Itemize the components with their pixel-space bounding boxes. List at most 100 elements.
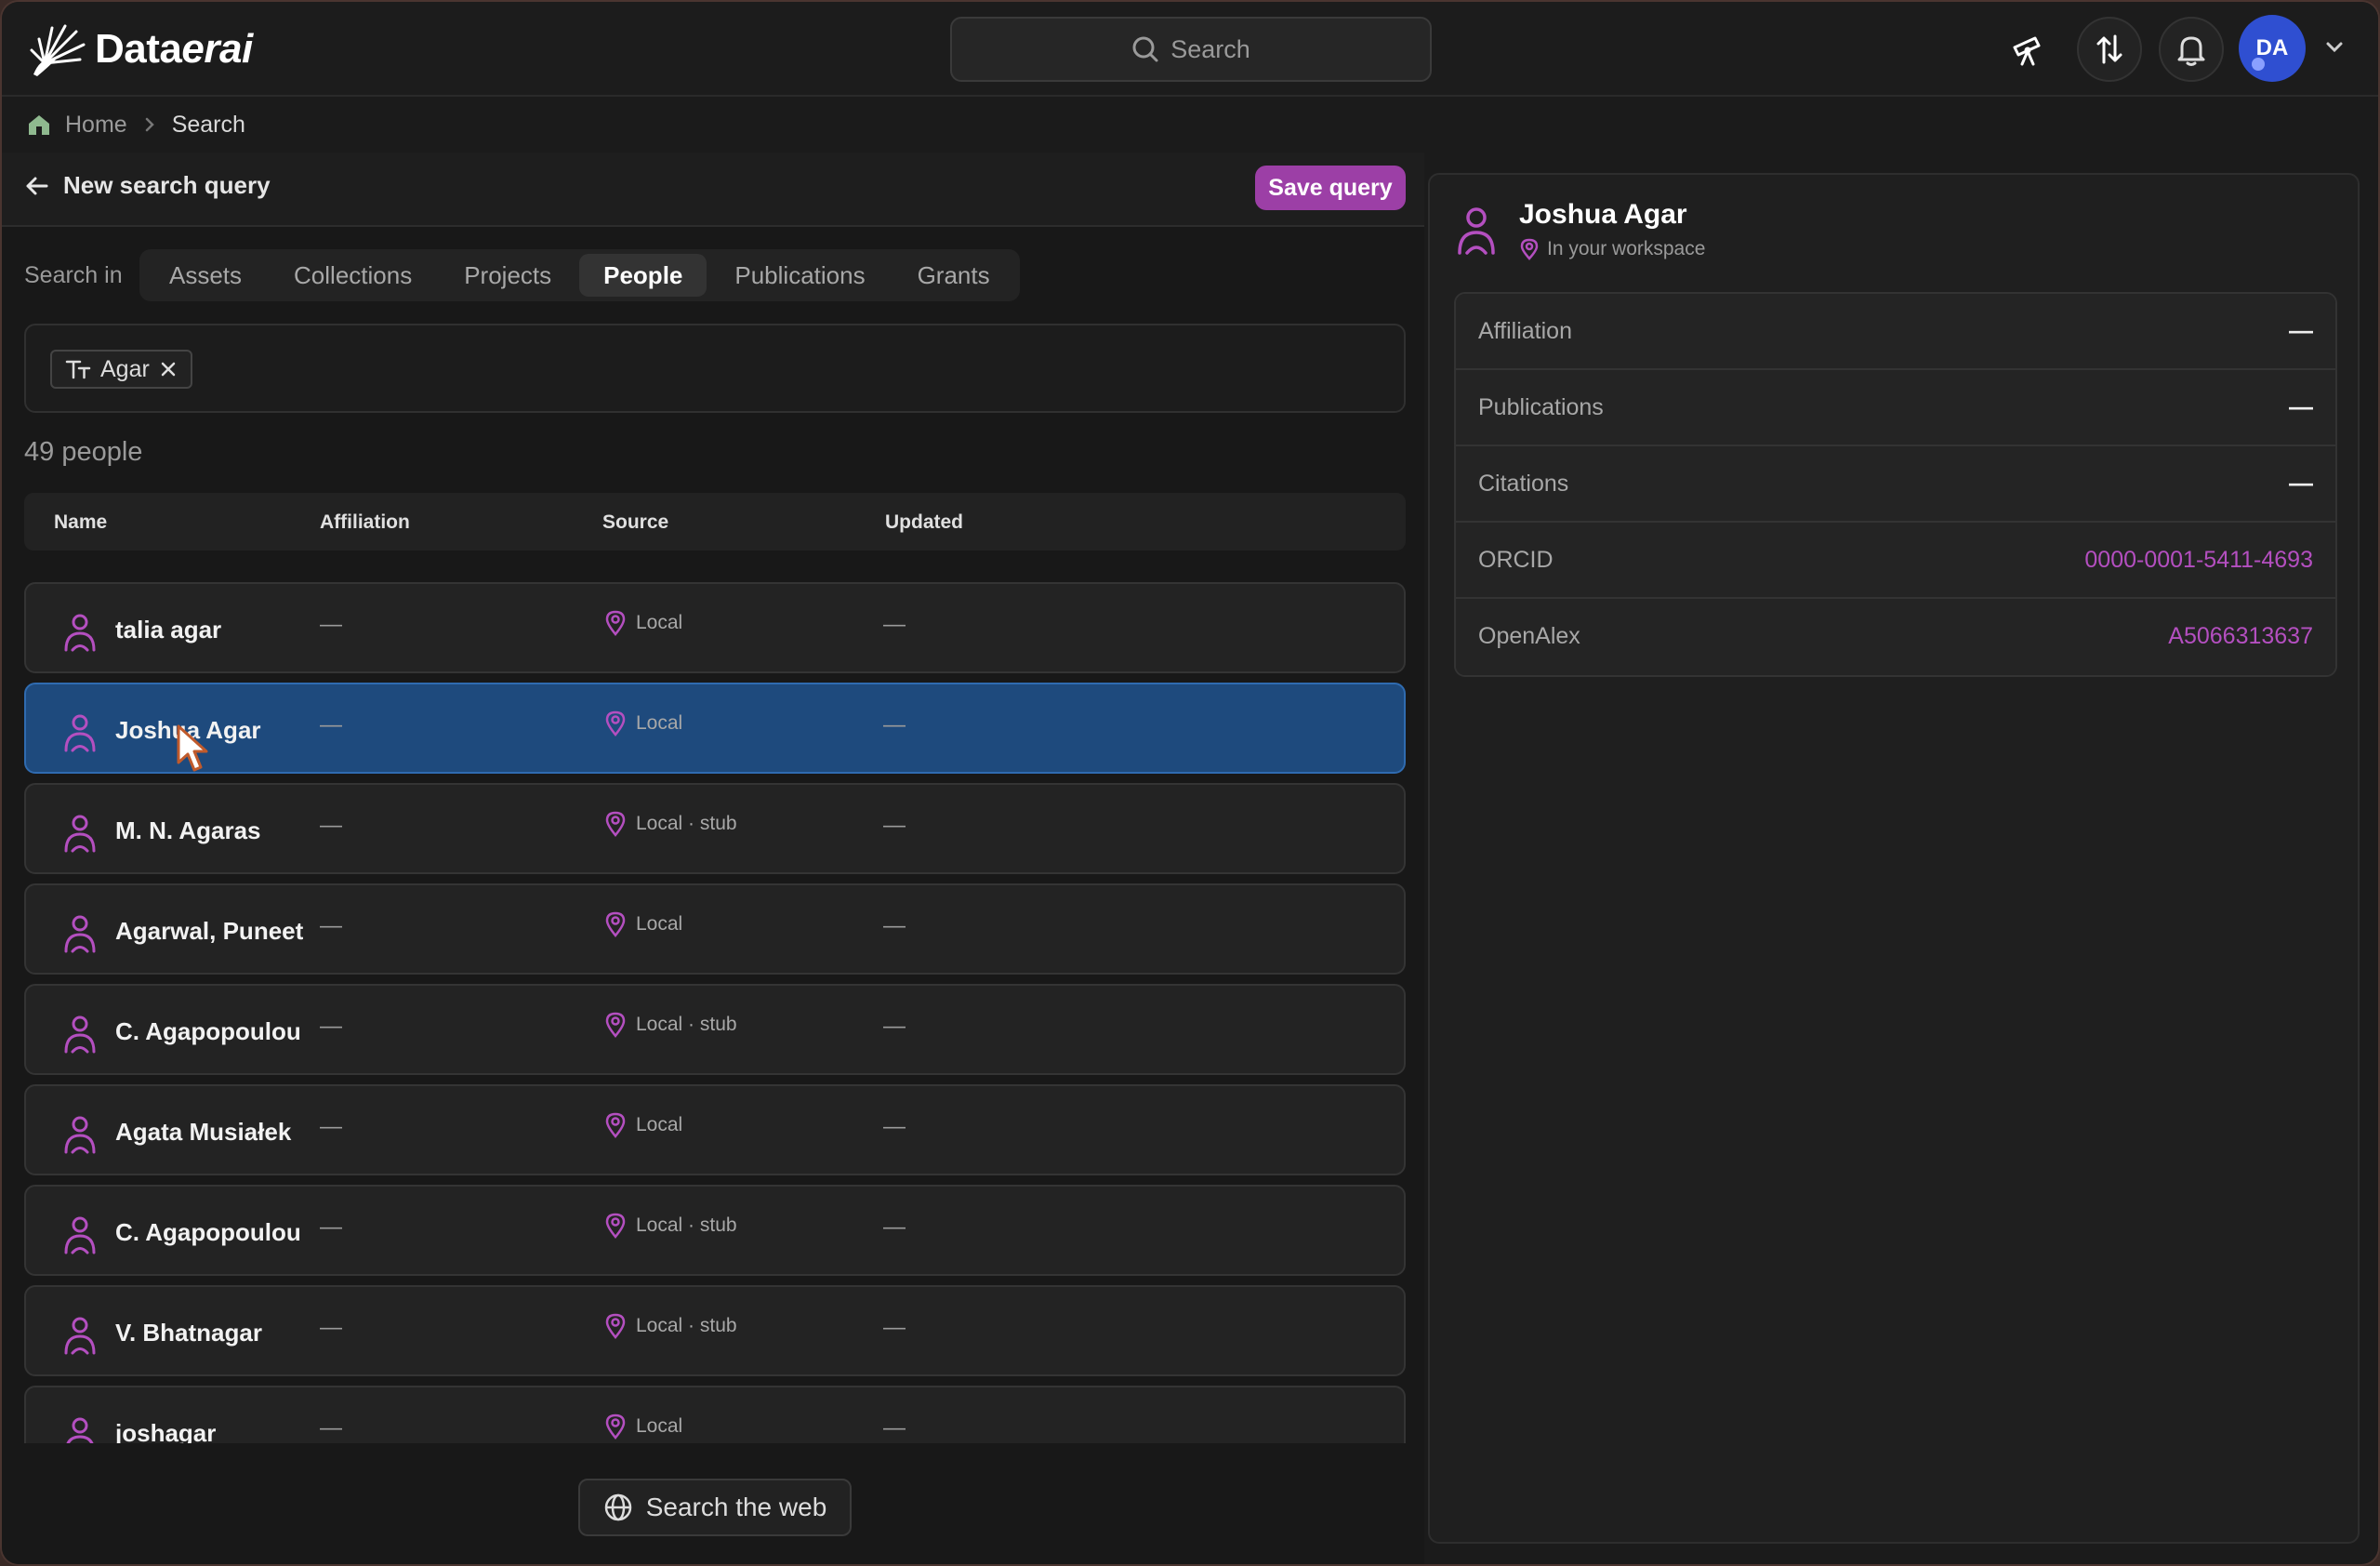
property-key: Affiliation bbox=[1478, 318, 1572, 344]
location-pin-icon bbox=[605, 610, 626, 636]
table-row[interactable]: C. Agapopoulou — Local · stub — bbox=[24, 1185, 1406, 1276]
row-source-text: Local bbox=[636, 612, 683, 633]
property-orcid: ORCID 0000-0001-5411-4693 bbox=[1456, 523, 2335, 599]
person-icon bbox=[64, 815, 96, 853]
close-icon[interactable] bbox=[159, 360, 178, 378]
person-icon bbox=[64, 1216, 96, 1254]
row-source-text: Local bbox=[636, 712, 683, 734]
detail-location: In your workspace bbox=[1519, 238, 1705, 260]
globe-icon bbox=[604, 1493, 631, 1521]
person-icon bbox=[64, 1015, 96, 1054]
chevron-down-icon bbox=[2326, 42, 2343, 53]
column-header-affiliation[interactable]: Affiliation bbox=[320, 511, 410, 534]
openalex-link[interactable]: A5066313637 bbox=[2168, 623, 2313, 650]
table-row[interactable]: Agata Musiałek — Local — bbox=[24, 1084, 1406, 1175]
row-affiliation: — bbox=[320, 1415, 342, 1440]
property-publications: Publications — bbox=[1456, 370, 2335, 446]
row-avatar bbox=[61, 1214, 99, 1260]
table-row[interactable]: C. Agapopoulou — Local · stub — bbox=[24, 984, 1406, 1075]
save-query-button[interactable]: Save query bbox=[1255, 166, 1406, 210]
property-openalex: OpenAlex A5066313637 bbox=[1456, 599, 2335, 675]
row-source: Local bbox=[604, 710, 682, 737]
location-pin-icon bbox=[605, 1213, 626, 1239]
tab-publications[interactable]: Publications bbox=[710, 254, 889, 297]
row-source: Local bbox=[604, 1112, 682, 1138]
avatar-status-dot bbox=[2252, 58, 2265, 71]
location-pin-icon bbox=[605, 911, 626, 937]
user-menu-toggle[interactable] bbox=[2322, 35, 2347, 64]
global-search[interactable]: Search bbox=[950, 17, 1432, 82]
row-name: talia agar bbox=[115, 616, 222, 644]
table-row[interactable]: talia agar — Local — bbox=[24, 582, 1406, 673]
row-source: Local · stub bbox=[604, 1012, 737, 1038]
home-icon bbox=[29, 115, 49, 135]
property-affiliation: Affiliation — bbox=[1456, 294, 2335, 370]
tab-grants[interactable]: Grants bbox=[893, 254, 1014, 297]
table-row[interactable]: V. Bhatnagar — Local · stub — bbox=[24, 1285, 1406, 1376]
row-name: Agata Musiałek bbox=[115, 1118, 292, 1146]
row-name: V. Bhatnagar bbox=[115, 1319, 262, 1347]
row-updated: — bbox=[883, 1415, 906, 1440]
column-header-source[interactable]: Source bbox=[602, 511, 668, 534]
telescope-icon bbox=[2013, 36, 2041, 66]
tab-people[interactable]: People bbox=[579, 254, 707, 297]
location-pin-icon bbox=[1520, 238, 1539, 260]
user-avatar[interactable]: DA bbox=[2239, 15, 2306, 82]
back-button[interactable]: New search query bbox=[24, 171, 271, 200]
row-source-text: Local bbox=[636, 1415, 683, 1437]
row-avatar bbox=[61, 913, 99, 959]
row-source: Local bbox=[604, 911, 682, 937]
location-pin-icon bbox=[605, 1112, 626, 1138]
top-bar: Dataerai Search DA bbox=[2, 2, 2378, 97]
property-key: OpenAlex bbox=[1478, 623, 1580, 649]
property-key: Citations bbox=[1478, 471, 1569, 497]
row-name: C. Agapopoulou bbox=[115, 1017, 301, 1045]
notifications-button[interactable] bbox=[2159, 17, 2224, 82]
filter-chip[interactable]: Agar bbox=[50, 350, 192, 389]
sync-button[interactable] bbox=[2077, 17, 2142, 82]
search-web-button[interactable]: Search the web bbox=[578, 1479, 852, 1536]
breadcrumb-home[interactable]: Home bbox=[65, 112, 127, 139]
row-source: Local bbox=[604, 610, 682, 636]
property-key: ORCID bbox=[1478, 547, 1554, 573]
filter-chip-label: Agar bbox=[100, 355, 150, 382]
search-scope-tabs: Assets Collections Projects People Publi… bbox=[139, 249, 1020, 301]
person-detail-panel: Joshua Agar In your workspace Affiliatio… bbox=[1428, 173, 2360, 1544]
detail-person-name: Joshua Agar bbox=[1519, 199, 1687, 230]
row-affiliation: — bbox=[320, 1014, 342, 1039]
location-pin-icon bbox=[605, 1012, 626, 1038]
tab-projects[interactable]: Projects bbox=[440, 254, 575, 297]
column-header-name[interactable]: Name bbox=[54, 511, 107, 534]
row-source-text: Local bbox=[636, 1114, 683, 1135]
orcid-link[interactable]: 0000-0001-5411-4693 bbox=[2084, 547, 2313, 574]
row-avatar bbox=[61, 612, 99, 657]
row-updated: — bbox=[883, 1114, 906, 1139]
table-row[interactable]: M. N. Agaras — Local · stub — bbox=[24, 783, 1406, 874]
row-source: Local · stub bbox=[604, 811, 737, 837]
table-row[interactable]: joshagar — Local — bbox=[24, 1386, 1406, 1443]
cursor-icon bbox=[177, 724, 208, 772]
breadcrumb: Home Search bbox=[26, 108, 245, 141]
person-icon bbox=[64, 1317, 96, 1355]
person-icon bbox=[64, 915, 96, 953]
row-affiliation: — bbox=[320, 612, 342, 637]
person-icon bbox=[1458, 207, 1495, 255]
table-row[interactable]: Joshua Agar — Local — bbox=[24, 683, 1406, 774]
app-logo[interactable]: Dataerai bbox=[28, 19, 253, 80]
tab-collections[interactable]: Collections bbox=[270, 254, 436, 297]
filter-input[interactable]: Agar bbox=[24, 324, 1406, 413]
table-header: Name Affiliation Source Updated bbox=[24, 493, 1406, 551]
detail-location-text: In your workspace bbox=[1547, 238, 1706, 259]
arrow-left-icon bbox=[26, 177, 48, 194]
row-affiliation: — bbox=[320, 1315, 342, 1340]
person-icon bbox=[64, 714, 96, 752]
location-pin-icon bbox=[605, 710, 626, 737]
tab-assets[interactable]: Assets bbox=[145, 254, 266, 297]
row-source-text: Local · stub bbox=[636, 1014, 737, 1035]
row-source-text: Local · stub bbox=[636, 1214, 737, 1236]
row-name: M. N. Agaras bbox=[115, 816, 261, 844]
column-header-updated[interactable]: Updated bbox=[885, 511, 963, 534]
table-row[interactable]: Agarwal, Puneet — Local — bbox=[24, 883, 1406, 975]
telescope-button[interactable] bbox=[1995, 17, 2060, 82]
row-avatar bbox=[61, 1315, 99, 1360]
